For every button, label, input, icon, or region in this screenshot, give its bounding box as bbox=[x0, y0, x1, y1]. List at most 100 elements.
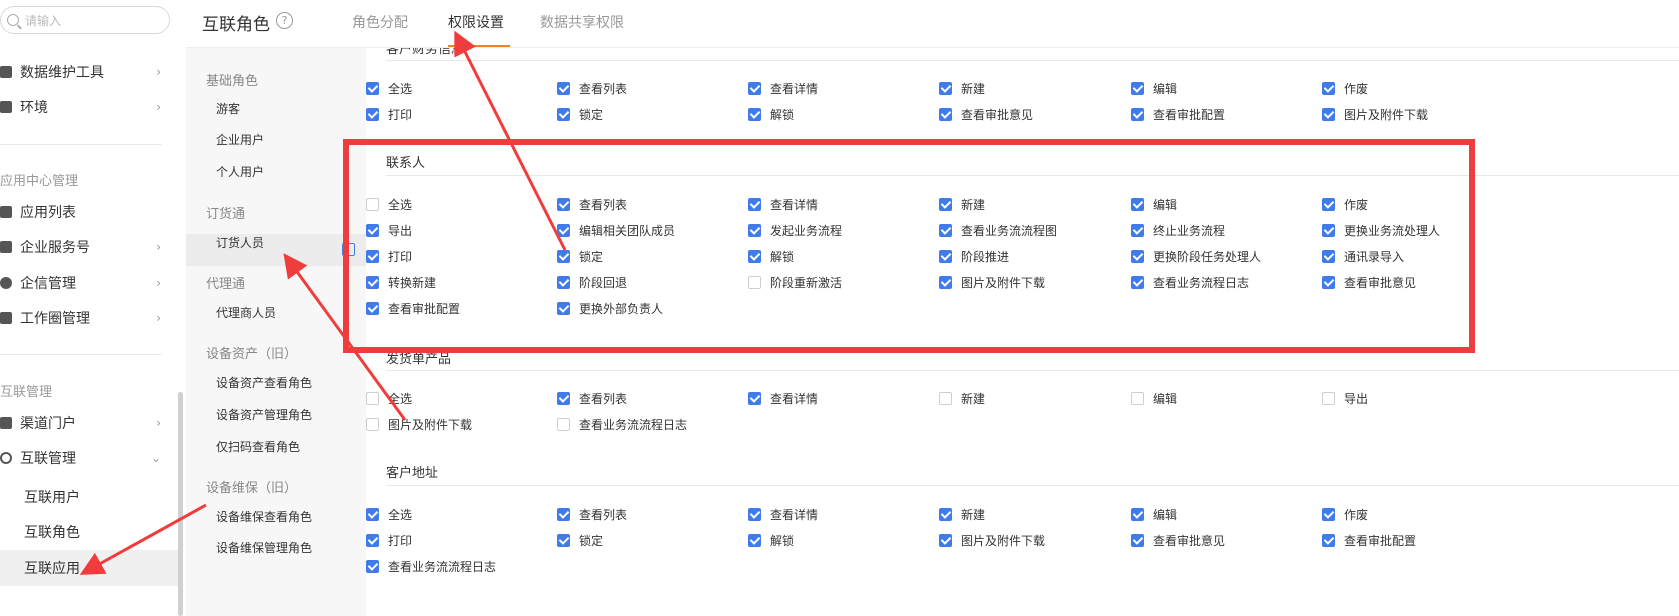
checkbox-checked[interactable] bbox=[366, 108, 379, 121]
role-item[interactable]: 设备维保管理角色 bbox=[216, 539, 312, 556]
checkbox-checked[interactable] bbox=[366, 534, 379, 547]
checkbox-checked[interactable] bbox=[1131, 82, 1144, 95]
permission-checkbox[interactable]: 查看审批配置 bbox=[1131, 106, 1225, 123]
permission-checkbox[interactable]: 查看详情 bbox=[748, 80, 818, 97]
permission-checkbox[interactable]: 查看列表 bbox=[557, 390, 627, 407]
checkbox-unchecked[interactable] bbox=[1322, 392, 1335, 405]
sidebar-item-channel-portal[interactable]: 渠道门户 › bbox=[0, 408, 165, 438]
sidebar-item-app-list[interactable]: 应用列表 bbox=[0, 197, 165, 227]
checkbox-label: 新建 bbox=[961, 82, 986, 96]
sidebar-sub-interconnect-apps[interactable]: 互联应用 bbox=[24, 558, 80, 578]
permission-checkbox[interactable]: 全选 bbox=[366, 506, 412, 523]
sidebar-scrollbar[interactable] bbox=[178, 392, 183, 616]
checkbox-checked[interactable] bbox=[939, 108, 952, 121]
checkbox-checked[interactable] bbox=[366, 82, 379, 95]
checkbox-label: 查看列表 bbox=[579, 508, 628, 522]
tab-role-assignment[interactable]: 角色分配 bbox=[352, 12, 408, 32]
help-icon[interactable]: ? bbox=[276, 12, 293, 29]
permission-checkbox[interactable]: 图片及附件下载 bbox=[939, 532, 1045, 549]
role-item[interactable]: 设备资产管理角色 bbox=[216, 406, 312, 423]
checkbox-unchecked[interactable] bbox=[366, 392, 379, 405]
permission-checkbox[interactable]: 全选 bbox=[366, 390, 412, 407]
permission-checkbox[interactable]: 全选 bbox=[366, 80, 412, 97]
monitor-icon bbox=[0, 241, 12, 253]
permission-checkbox[interactable]: 查看审批配置 bbox=[1322, 532, 1416, 549]
sidebar-item-workcircle[interactable]: 工作圈管理 › bbox=[0, 303, 165, 333]
permission-checkbox[interactable]: 编辑 bbox=[1131, 506, 1177, 523]
checkbox-checked[interactable] bbox=[1322, 82, 1335, 95]
role-item[interactable]: 设备资产查看角色 bbox=[216, 374, 312, 391]
permission-checkbox[interactable]: 查看详情 bbox=[748, 390, 818, 407]
checkbox-checked[interactable] bbox=[748, 392, 761, 405]
sidebar-item-environment[interactable]: 环境 › bbox=[0, 92, 165, 122]
checkbox-checked[interactable] bbox=[1322, 534, 1335, 547]
permission-checkbox[interactable]: 查看详情 bbox=[748, 506, 818, 523]
checkbox-label: 锁定 bbox=[579, 534, 604, 548]
checkbox-checked[interactable] bbox=[748, 108, 761, 121]
checkbox-checked[interactable] bbox=[748, 82, 761, 95]
checkbox-checked[interactable] bbox=[557, 108, 570, 121]
role-item[interactable]: 设备维保查看角色 bbox=[216, 508, 312, 525]
checkbox-label: 打印 bbox=[388, 534, 413, 548]
permission-checkbox[interactable]: 解锁 bbox=[748, 106, 794, 123]
active-tab-indicator bbox=[448, 45, 510, 47]
checkbox-checked[interactable] bbox=[366, 560, 379, 573]
permission-checkbox[interactable]: 打印 bbox=[366, 106, 412, 123]
permission-checkbox[interactable]: 查看列表 bbox=[557, 506, 627, 523]
checkbox-checked[interactable] bbox=[748, 508, 761, 521]
permission-checkbox[interactable]: 锁定 bbox=[557, 532, 603, 549]
checkbox-checked[interactable] bbox=[939, 534, 952, 547]
checkbox-checked[interactable] bbox=[557, 534, 570, 547]
role-item[interactable]: 代理商人员 bbox=[216, 304, 276, 321]
role-item[interactable]: 游客 bbox=[216, 100, 240, 117]
permission-checkbox[interactable]: 编辑 bbox=[1131, 80, 1177, 97]
role-item[interactable]: 企业用户 bbox=[216, 131, 264, 148]
checkbox-checked[interactable] bbox=[1322, 108, 1335, 121]
role-item[interactable]: 个人用户 bbox=[216, 163, 264, 180]
sidebar-item-interconnect-mgmt[interactable]: 互联管理 ⌄ bbox=[0, 443, 165, 473]
permission-checkbox[interactable]: 查看业务流流程日志 bbox=[557, 416, 687, 433]
checkbox-checked[interactable] bbox=[557, 392, 570, 405]
tab-data-sharing[interactable]: 数据共享权限 bbox=[540, 12, 624, 32]
role-item[interactable]: 订货人员 bbox=[216, 234, 264, 251]
checkbox-checked[interactable] bbox=[557, 508, 570, 521]
permission-checkbox[interactable]: 导出 bbox=[1322, 390, 1368, 407]
edit-icon bbox=[0, 312, 12, 324]
permission-checkbox[interactable]: 编辑 bbox=[1131, 390, 1177, 407]
permission-checkbox[interactable]: 新建 bbox=[939, 80, 985, 97]
checkbox-unchecked[interactable] bbox=[1131, 392, 1144, 405]
permission-checkbox[interactable]: 查看业务流流程日志 bbox=[366, 558, 496, 575]
checkbox-unchecked[interactable] bbox=[939, 392, 952, 405]
sidebar-item-data-tools[interactable]: 数据维护工具 › bbox=[0, 57, 165, 87]
permission-checkbox[interactable]: 图片及附件下载 bbox=[366, 416, 472, 433]
permission-checkbox[interactable]: 查看审批意见 bbox=[939, 106, 1033, 123]
checkbox-checked[interactable] bbox=[366, 508, 379, 521]
permission-checkbox[interactable]: 打印 bbox=[366, 532, 412, 549]
sidebar-item-enterprise-service[interactable]: 企业服务号 › bbox=[0, 232, 165, 262]
sidebar-sub-interconnect-roles[interactable]: 互联角色 bbox=[24, 522, 80, 542]
search-input[interactable]: 请输入 bbox=[0, 6, 170, 34]
permission-checkbox[interactable]: 新建 bbox=[939, 506, 985, 523]
permission-checkbox[interactable]: 图片及附件下载 bbox=[1322, 106, 1428, 123]
permission-checkbox[interactable]: 解锁 bbox=[748, 532, 794, 549]
permission-checkbox[interactable]: 新建 bbox=[939, 390, 985, 407]
checkbox-unchecked[interactable] bbox=[557, 418, 570, 431]
checkbox-checked[interactable] bbox=[748, 534, 761, 547]
checkbox-checked[interactable] bbox=[1131, 508, 1144, 521]
permission-checkbox[interactable]: 查看审批意见 bbox=[1131, 532, 1225, 549]
tab-permission-settings[interactable]: 权限设置 bbox=[448, 12, 504, 32]
checkbox-checked[interactable] bbox=[939, 508, 952, 521]
role-item[interactable]: 仅扫码查看角色 bbox=[216, 438, 300, 455]
checkbox-checked[interactable] bbox=[1131, 108, 1144, 121]
permission-checkbox[interactable]: 作废 bbox=[1322, 506, 1368, 523]
checkbox-checked[interactable] bbox=[1131, 534, 1144, 547]
checkbox-checked[interactable] bbox=[1322, 508, 1335, 521]
permission-checkbox[interactable]: 作废 bbox=[1322, 80, 1368, 97]
sidebar-sub-interconnect-users[interactable]: 互联用户 bbox=[24, 487, 80, 507]
permission-checkbox[interactable]: 锁定 bbox=[557, 106, 603, 123]
checkbox-checked[interactable] bbox=[939, 82, 952, 95]
checkbox-unchecked[interactable] bbox=[366, 418, 379, 431]
checkbox-checked[interactable] bbox=[557, 82, 570, 95]
sidebar-item-messaging[interactable]: 企信管理 › bbox=[0, 268, 165, 298]
permission-checkbox[interactable]: 查看列表 bbox=[557, 80, 627, 97]
